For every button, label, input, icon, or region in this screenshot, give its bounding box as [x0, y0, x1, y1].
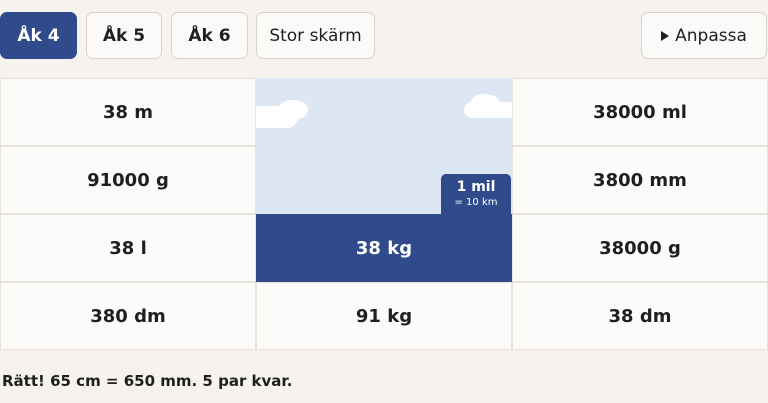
grade-6-button[interactable]: Åk 6: [171, 12, 248, 59]
card-selected[interactable]: 38 kg: [256, 214, 512, 282]
sky-area: 1 mil = 10 km: [256, 78, 512, 214]
play-icon: [661, 30, 670, 41]
card[interactable]: 38 l: [0, 214, 256, 282]
hint-tooltip: 1 mil = 10 km: [441, 174, 511, 214]
grade-4-button[interactable]: Åk 4: [0, 12, 77, 59]
grade-5-button[interactable]: Åk 5: [86, 12, 162, 59]
card[interactable]: 91 kg: [256, 282, 512, 350]
cloud-icon: [278, 100, 308, 120]
toolbar: Åk 4 Åk 5 Åk 6 Stor skärm Anpassa: [0, 12, 768, 62]
customize-label: Anpassa: [675, 25, 747, 46]
cloud-icon: [470, 94, 500, 114]
big-screen-button[interactable]: Stor skärm: [256, 12, 375, 59]
app: Åk 4 Åk 5 Åk 6 Stor skärm Anpassa 38 m 1…: [0, 0, 768, 403]
customize-button[interactable]: Anpassa: [641, 12, 767, 59]
card[interactable]: 38000 ml: [512, 78, 768, 146]
hint-sub: = 10 km: [454, 197, 498, 208]
card[interactable]: 38 m: [0, 78, 256, 146]
card[interactable]: 380 dm: [0, 282, 256, 350]
card[interactable]: 3800 mm: [512, 146, 768, 214]
memory-grid: 38 m 1 mil = 10 km 38000 ml 91000 g 3800…: [0, 78, 768, 350]
status-message: Rätt! 65 cm = 650 mm. 5 par kvar.: [2, 372, 293, 390]
hint-main: 1 mil: [456, 179, 496, 195]
card[interactable]: 38 dm: [512, 282, 768, 350]
card[interactable]: 38000 g: [512, 214, 768, 282]
card[interactable]: 91000 g: [0, 146, 256, 214]
